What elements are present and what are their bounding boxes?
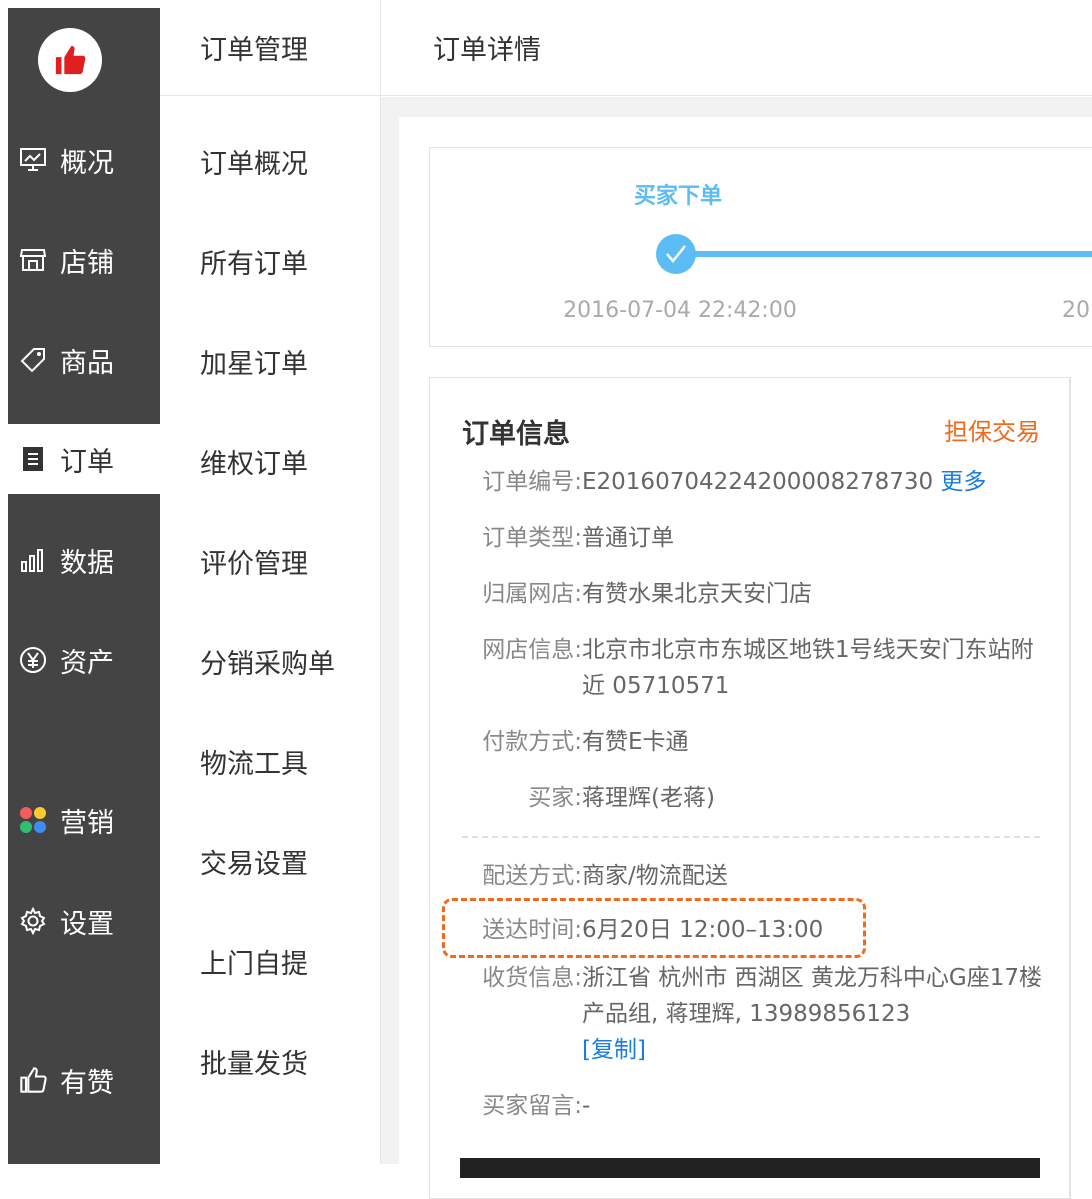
shop-info-row: 网店信息: 北京市北京市东城区地铁1号线天安门东站附近 05710571 [462, 632, 1052, 704]
subnav-item-distribution[interactable]: 分销采购单 [200, 642, 335, 681]
order-number: E20160704224200008278730 [582, 469, 934, 495]
secondary-sidebar: 订单管理 订单概况 所有订单 加星订单 维权订单 评价管理 分销采购单 物流工具… [160, 0, 381, 1164]
dashboard-icon [18, 145, 48, 175]
goods-table-header [460, 1158, 1040, 1178]
order-number-row: 订单编号: E20160704224200008278730 更多 [462, 464, 1052, 500]
receive-row: 收货信息: 浙江省 杭州市 西湖区 黄龙万科中心G座17楼产品组, 蒋理辉, 1… [462, 960, 1052, 1068]
store-icon [18, 245, 48, 275]
sidebar-item-store[interactable]: 店铺 [8, 225, 160, 295]
subnav-item-all-orders[interactable]: 所有订单 [200, 242, 308, 281]
field-label: 买家: [528, 785, 582, 811]
sidebar-item-orders[interactable]: 订单 [8, 424, 160, 494]
sidebar-item-label: 资产 [60, 647, 114, 679]
sidebar-item-overview[interactable]: 概况 [8, 125, 160, 195]
arrive-time-row: 送达时间: 6月20日 12:00–13:00 [462, 912, 1052, 948]
sidebar-item-label: 设置 [60, 908, 114, 940]
shop-row: 归属网店: 有赞水果北京天安门店 [462, 576, 1052, 612]
shop-name: 有赞水果北京天安门店 [582, 581, 812, 607]
sidebar-item-label: 数据 [60, 547, 114, 579]
subnav-item-self-pickup[interactable]: 上门自提 [200, 942, 308, 981]
note-row: 买家留言: - [462, 1088, 1052, 1124]
field-label: 收货信息: [482, 965, 582, 991]
delivery-method: 商家/物流配送 [582, 863, 728, 889]
field-label: 配送方式: [482, 863, 582, 889]
field-label: 订单类型: [482, 525, 582, 551]
field-label: 付款方式: [482, 729, 582, 755]
buyer-note: - [582, 1093, 591, 1119]
sidebar-item-label: 订单 [60, 446, 114, 478]
subnav-item-rights-orders[interactable]: 维权订单 [200, 442, 308, 481]
sidebar-item-data[interactable]: 数据 [8, 525, 160, 595]
order-type: 普通订单 [582, 525, 674, 551]
field-label: 归属网店: [482, 581, 582, 607]
more-link[interactable]: 更多 [940, 469, 986, 495]
step-label: 买家下单 [633, 184, 722, 209]
step-time-next: 201 [1062, 298, 1092, 323]
page-title: 订单详情 [381, 0, 1092, 96]
field-label: 订单编号: [482, 469, 582, 495]
side-card-edge [1069, 377, 1071, 1197]
copy-link[interactable]: [复制] [582, 1037, 646, 1063]
field-label: 买家留言: [482, 1093, 582, 1119]
divider [462, 836, 1040, 838]
yen-circle-icon [18, 645, 48, 675]
sidebar-item-label: 营销 [60, 807, 114, 839]
step-time: 2016-07-04 22:42:00 [563, 298, 797, 323]
order-doc-icon [18, 444, 48, 474]
sidebar-item-goods[interactable]: 商品 [8, 325, 160, 395]
tag-icon [18, 345, 48, 375]
shop-info: 北京市北京市东城区地铁1号线天安门东站附近 05710571 [582, 637, 1034, 699]
sidebar-item-assets[interactable]: 资产 [8, 625, 160, 695]
field-label: 送达时间: [482, 917, 582, 943]
gear-icon [18, 906, 48, 936]
subnav-title: 订单管理 [160, 0, 380, 96]
payment-method: 有赞E卡通 [582, 729, 689, 755]
buyer-name: 蒋理辉(老蒋) [582, 785, 715, 811]
logo-thumbs-up-icon[interactable] [38, 28, 102, 92]
guarantee-badge: 担保交易 [944, 418, 1040, 446]
main-sidebar: 概况 店铺 商品 订单 数据 资产 营销 设置 有赞 [8, 8, 160, 1164]
colorful-dots-icon [18, 805, 48, 835]
sidebar-item-youzan[interactable]: 有赞 [8, 1045, 160, 1115]
detail-panel: 买家下单 2016-07-04 22:42:00 201 订单信息 担保交易 订… [399, 117, 1092, 1199]
sidebar-item-settings[interactable]: 设置 [8, 886, 160, 956]
receive-info: 浙江省 杭州市 西湖区 黄龙万科中心G座17楼产品组, 蒋理辉, 1398985… [582, 965, 1043, 1027]
payment-row: 付款方式: 有赞E卡通 [462, 724, 1052, 760]
order-type-row: 订单类型: 普通订单 [462, 520, 1052, 556]
sidebar-item-label: 有赞 [60, 1067, 114, 1099]
subnav-item-logistics[interactable]: 物流工具 [200, 742, 308, 781]
buyer-row: 买家: 蒋理辉(老蒋) [462, 780, 1052, 816]
sidebar-item-label: 店铺 [60, 247, 114, 279]
arrive-time: 6月20日 12:00–13:00 [582, 917, 824, 943]
sidebar-item-label: 概况 [60, 147, 114, 179]
subnav-item-reviews[interactable]: 评价管理 [200, 542, 308, 581]
sidebar-item-label: 商品 [60, 347, 114, 379]
subnav-item-starred-orders[interactable]: 加星订单 [200, 342, 308, 381]
thumbs-up-icon [18, 1065, 48, 1095]
sidebar-item-marketing[interactable]: 营销 [8, 785, 160, 855]
subnav-item-batch-ship[interactable]: 批量发货 [200, 1042, 308, 1081]
order-info-title: 订单信息 [462, 419, 570, 450]
bar-chart-icon [18, 545, 48, 575]
order-info-card: 订单信息 担保交易 订单编号: E20160704224200008278730… [429, 377, 1071, 1199]
progress-line [692, 251, 1092, 257]
order-progress: 买家下单 2016-07-04 22:42:00 201 [429, 147, 1092, 347]
field-label: 网店信息: [482, 637, 582, 663]
subnav-item-order-overview[interactable]: 订单概况 [200, 142, 308, 181]
main-content: 买家下单 2016-07-04 22:42:00 201 订单信息 担保交易 订… [381, 97, 1092, 1199]
delivery-row: 配送方式: 商家/物流配送 [462, 858, 1052, 894]
check-icon [656, 234, 696, 274]
subnav-item-trade-settings[interactable]: 交易设置 [200, 842, 308, 881]
